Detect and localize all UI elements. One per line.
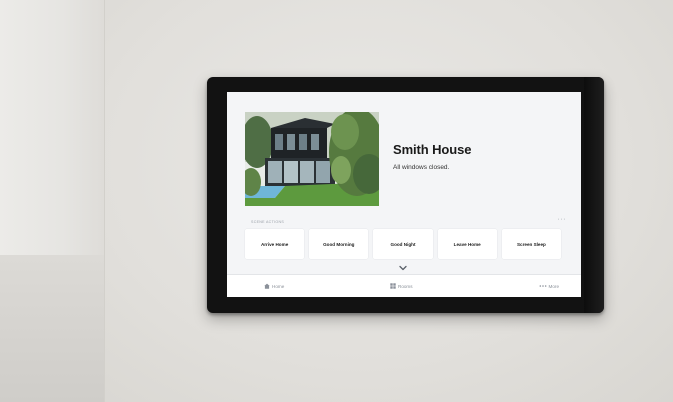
house-status: All windows closed.: [393, 164, 450, 171]
scene-button-arrive-home[interactable]: Arrive Home: [245, 229, 305, 259]
nav-home[interactable]: Home: [264, 283, 284, 289]
scene-button-screen-sleep[interactable]: Screen Sleep: [501, 229, 562, 259]
scene-section-label: Scene actions: [251, 220, 285, 224]
bottom-nav: Home Rooms More: [227, 274, 581, 297]
grid-icon: [390, 283, 396, 289]
house-photo-illustration: [245, 112, 379, 206]
wall-tablet: Smith House All windows closed. Scene ac…: [207, 77, 604, 313]
wall-left-shadow: [0, 255, 104, 402]
chevron-down-icon[interactable]: [398, 264, 408, 272]
nav-home-label: Home: [272, 283, 285, 289]
house-photo: [245, 112, 379, 206]
nav-more-label: More: [548, 283, 559, 289]
ellipsis-icon: [539, 285, 546, 287]
house-icon: [264, 283, 270, 289]
scene-button-good-morning[interactable]: Good Morning: [309, 229, 369, 259]
tablet-screen: Smith House All windows closed. Scene ac…: [227, 92, 581, 297]
scene-button-leave-home[interactable]: Leave Home: [437, 229, 497, 259]
nav-rooms-label: Rooms: [398, 283, 413, 289]
scene-button-good-night[interactable]: Good Night: [373, 229, 433, 259]
nav-more[interactable]: More: [539, 284, 559, 289]
nav-rooms[interactable]: Rooms: [390, 283, 413, 289]
scene-actions-row: Arrive Home Good Morning Good Night Leav…: [245, 229, 562, 259]
house-name: Smith House: [393, 142, 472, 157]
scene-more-button[interactable]: ···: [558, 216, 567, 223]
